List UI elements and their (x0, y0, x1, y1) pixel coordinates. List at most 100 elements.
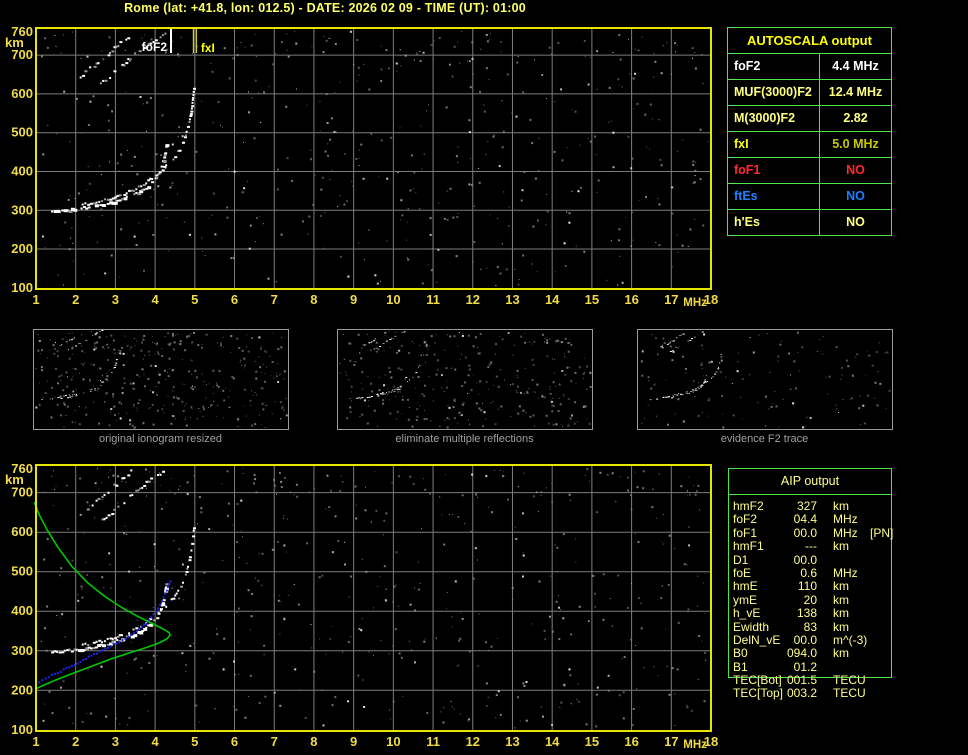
aip-val: 138 (796, 606, 817, 621)
aip-unit: TECU (833, 673, 866, 688)
x-tick-label: 17 (664, 292, 678, 307)
autoscala-param-value: 12.4 MHz (828, 85, 883, 99)
y-tick-label: 200 (11, 682, 33, 697)
x-tick-label: 1 (32, 292, 39, 307)
aip-val: 110 (797, 579, 817, 594)
aip-note (867, 554, 928, 567)
aip-unit (817, 554, 867, 567)
aip-val: 20 (803, 592, 817, 607)
thumbnail-2-caption: eliminate multiple reflections (395, 433, 534, 445)
y-tick-label: 100 (11, 280, 33, 295)
y-tick-label: 200 (11, 241, 33, 256)
aip-note (867, 500, 928, 513)
thumbnail-3-caption: evidence F2 trace (720, 433, 809, 445)
x-tick-label: 15 (585, 734, 599, 749)
aip-note (867, 580, 928, 593)
autoscala-param-value: 4.4 MHz (832, 59, 879, 73)
aip-note (867, 513, 928, 526)
aip-val: 327 (796, 499, 817, 513)
x-tick-label: 9 (350, 292, 357, 307)
aip-param: D1 (733, 552, 749, 567)
x-tick-label: 10 (386, 292, 400, 307)
aip-row-delnve: DelN_vE 00.0 m^(-3) (728, 633, 928, 647)
thumbnail-1-caption: original ionogram resized (99, 433, 222, 445)
x-tick-label: 15 (585, 292, 599, 307)
aip-unit: MHz (833, 565, 858, 580)
autoscala-row-fxi: fxI 5.0 MHz (728, 131, 891, 157)
y-tick-label: 400 (11, 164, 33, 179)
autoscala-param-value: NO (846, 215, 865, 229)
aip-param: Ewidth (733, 619, 770, 634)
autoscala-param-label: ftEs (728, 184, 820, 209)
autoscala-row-m3000f2: M(3000)F2 2.82 (728, 105, 891, 131)
autoscala-param-label: M(3000)F2 (728, 106, 820, 131)
autoscala-output-table: AUTOSCALA output foF2 4.4 MHz MUF(3000)F2 1… (727, 27, 892, 236)
autoscala-row-hes: h'Es NO (728, 209, 891, 235)
aip-val: 0.6 (800, 565, 817, 580)
aip-note (867, 621, 928, 634)
aip-row-hme: hmE 110 km (728, 579, 928, 594)
aip-note (867, 674, 928, 687)
y-tick-label: 600 (11, 524, 33, 539)
aip-note (867, 607, 928, 620)
x-tick-label: 7 (271, 734, 278, 749)
top-ionogram-plot-axis-labels: 760700600500400300200100km1 2 3 4 5 6 7 8 9 10 11 1… (5, 24, 718, 309)
x-tick-label: 6 (231, 734, 238, 749)
x-tick-label: 10 (386, 734, 400, 749)
x-tick-label: 11 (426, 734, 440, 749)
thumbnail-3-plot (637, 329, 893, 430)
aip-row-tecbot: TEC[Bot] 001.5 TECU (728, 673, 928, 688)
x-tick-label: 5 (191, 734, 198, 749)
x-tick-label: 4 (151, 734, 159, 749)
autoscala-param-label: h'Es (728, 210, 820, 235)
aip-param: B0 (733, 646, 748, 661)
aip-row-yme: ymE 20 km (728, 592, 928, 607)
y-axis-unit-km: km (5, 35, 24, 50)
aip-unit: km (833, 579, 849, 594)
electron-density-profile-green (33, 501, 171, 690)
x-tick-label: 6 (231, 292, 238, 307)
x-tick-label: 17 (664, 734, 678, 749)
aip-unit (817, 661, 867, 674)
bottom-ionogram-plot: 760700600500400300200100km1 2 3 4 5 6 7 8 9 10 11 1… (5, 461, 718, 751)
thumbnail-2-plot (337, 329, 593, 430)
autoscala-row-muf3000f2: MUF(3000)F2 12.4 MHz (728, 79, 891, 105)
aip-unit: km (833, 606, 849, 621)
aip-note (867, 540, 928, 553)
fxi-marker-label: fxI (201, 41, 215, 55)
autoscala-screen: foF2 fxI 760 700 600 500 400 300 200 100 km 1 2 3 4 5 6 7… (0, 0, 968, 755)
x-axis-unit-mhz: MHz (683, 297, 707, 309)
aip-unit: km (833, 619, 849, 634)
aip-unit: km (833, 539, 849, 554)
x-tick-label: 7 (271, 292, 278, 307)
y-tick-label: 100 (11, 722, 33, 737)
x-tick-label: 9 (350, 734, 357, 749)
autoscala-row-fof1: foF1 NO (728, 157, 891, 183)
aip-param: hmE (733, 579, 758, 594)
aip-val: 04.4 (793, 512, 817, 527)
aip-row-fof1: foF1 00.0 MHz [PN] (728, 526, 928, 540)
top-ionogram-plot: foF2 fxI760700600500400300200100km1 2 3 4 5 6 7… (5, 24, 718, 309)
x-tick-label: 2 (72, 734, 79, 749)
x-tick-label: 14 (545, 734, 560, 749)
aip-table-header: AIP output (729, 469, 891, 495)
aip-val: 01.2 (793, 659, 817, 674)
x-tick-label: 3 (112, 292, 119, 307)
autoscala-param-value: NO (846, 189, 865, 203)
aip-row-b0: B0 094.0 km (728, 646, 928, 661)
aip-val: 094.0 (786, 646, 817, 661)
aip-val: 003.2 (786, 686, 817, 701)
autoscala-row-ftes: ftEs NO (728, 183, 891, 209)
aip-unit: km (833, 646, 849, 661)
aip-param: h_vE (733, 606, 761, 621)
autoscala-param-label: foF2 (728, 54, 820, 79)
x-tick-label: 16 (624, 292, 638, 307)
y-tick-label: 500 (11, 564, 33, 579)
y-tick-label: 500 (11, 125, 33, 140)
aip-row-hmf2: hmF2 327 km (728, 499, 928, 513)
fof2-marker-label: foF2 (142, 40, 168, 54)
y-tick-label: 300 (11, 202, 33, 217)
aip-val: 00.0 (793, 552, 817, 567)
y-tick-label: 600 (11, 86, 33, 101)
x-tick-label: 8 (310, 734, 317, 749)
